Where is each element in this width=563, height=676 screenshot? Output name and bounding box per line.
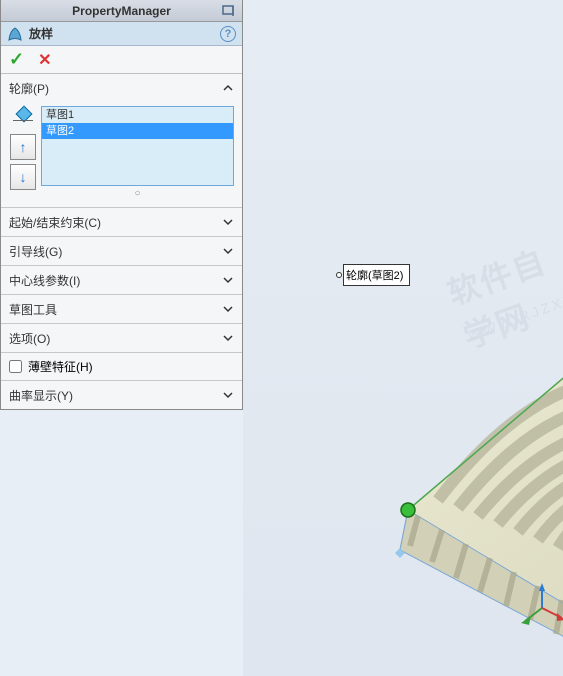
- sketchtools-label: 草图工具: [9, 301, 57, 318]
- pm-title: PropertyManager: [72, 4, 171, 18]
- guides-label: 引导线(G): [9, 243, 62, 260]
- ok-cancel-bar: ✓ ✕: [1, 46, 242, 74]
- chevron-down-icon: [222, 216, 234, 228]
- list-item[interactable]: 草图2: [42, 123, 233, 139]
- help-button[interactable]: ?: [220, 26, 236, 42]
- thinwall-row: 薄壁特征(H): [1, 353, 242, 381]
- chevron-down-icon: [222, 303, 234, 315]
- chevron-down-icon: [222, 332, 234, 344]
- options-header[interactable]: 选项(O): [1, 324, 242, 352]
- chevron-up-icon: [222, 82, 234, 94]
- curvature-header[interactable]: 曲率显示(Y): [1, 381, 242, 409]
- thinwall-checkbox[interactable]: [9, 360, 22, 373]
- profiles-listbox[interactable]: 草图1 草图2: [41, 106, 234, 186]
- options-section: 选项(O): [1, 324, 242, 353]
- centerline-section: 中心线参数(I): [1, 266, 242, 295]
- profiles-label: 轮廓(P): [9, 80, 49, 97]
- list-resize-handle[interactable]: ○: [41, 186, 234, 199]
- move-up-button[interactable]: ↑: [10, 134, 36, 160]
- ok-button[interactable]: ✓: [9, 49, 24, 70]
- chevron-down-icon: [222, 245, 234, 257]
- graphics-viewport[interactable]: 软件自学网 WWW.RJZXW.COM 小璐: [243, 0, 563, 676]
- profiles-body: ↑ ↓ 草图1 草图2 ○: [1, 102, 242, 207]
- centerline-header[interactable]: 中心线参数(I): [1, 266, 242, 294]
- constraints-section: 起始/结束约束(C): [1, 208, 242, 237]
- callout-anchor-icon: [336, 272, 342, 278]
- sketchtools-section: 草图工具: [1, 295, 242, 324]
- options-label: 选项(O): [9, 330, 50, 347]
- list-item[interactable]: 草图1: [42, 107, 233, 123]
- guides-header[interactable]: 引导线(G): [1, 237, 242, 265]
- guides-section: 引导线(G): [1, 237, 242, 266]
- loft-icon: [7, 26, 23, 42]
- property-manager-panel: PropertyManager 放样 ? ✓ ✕ 轮廓(P) ↑ ↓ 草图1: [0, 0, 243, 410]
- feature-name: 放样: [29, 25, 53, 42]
- selection-callout[interactable]: 轮廓(草图2): [343, 264, 410, 286]
- thinwall-label: 薄壁特征(H): [28, 358, 93, 375]
- cancel-button[interactable]: ✕: [38, 50, 51, 70]
- pm-header: PropertyManager: [1, 0, 242, 22]
- pin-icon: [221, 3, 237, 19]
- feature-title-bar: 放样 ?: [1, 22, 242, 46]
- sketchtools-header[interactable]: 草图工具: [1, 295, 242, 323]
- curvature-label: 曲率显示(Y): [9, 387, 73, 404]
- triad-icon: [517, 583, 563, 633]
- profiles-section: 轮廓(P) ↑ ↓ 草图1 草图2 ○: [1, 74, 242, 208]
- profiles-tools: ↑ ↓: [9, 106, 37, 199]
- move-down-button[interactable]: ↓: [10, 164, 36, 190]
- curvature-section: 曲率显示(Y): [1, 381, 242, 409]
- centerline-label: 中心线参数(I): [9, 272, 80, 289]
- callout-text: 轮廓(草图2): [346, 267, 403, 283]
- profile-selector-icon[interactable]: [13, 106, 33, 120]
- profiles-header[interactable]: 轮廓(P): [1, 74, 242, 102]
- constraints-label: 起始/结束约束(C): [9, 214, 101, 231]
- chevron-down-icon: [222, 274, 234, 286]
- constraints-header[interactable]: 起始/结束约束(C): [1, 208, 242, 236]
- chevron-down-icon: [222, 389, 234, 401]
- pin-button[interactable]: [220, 2, 238, 20]
